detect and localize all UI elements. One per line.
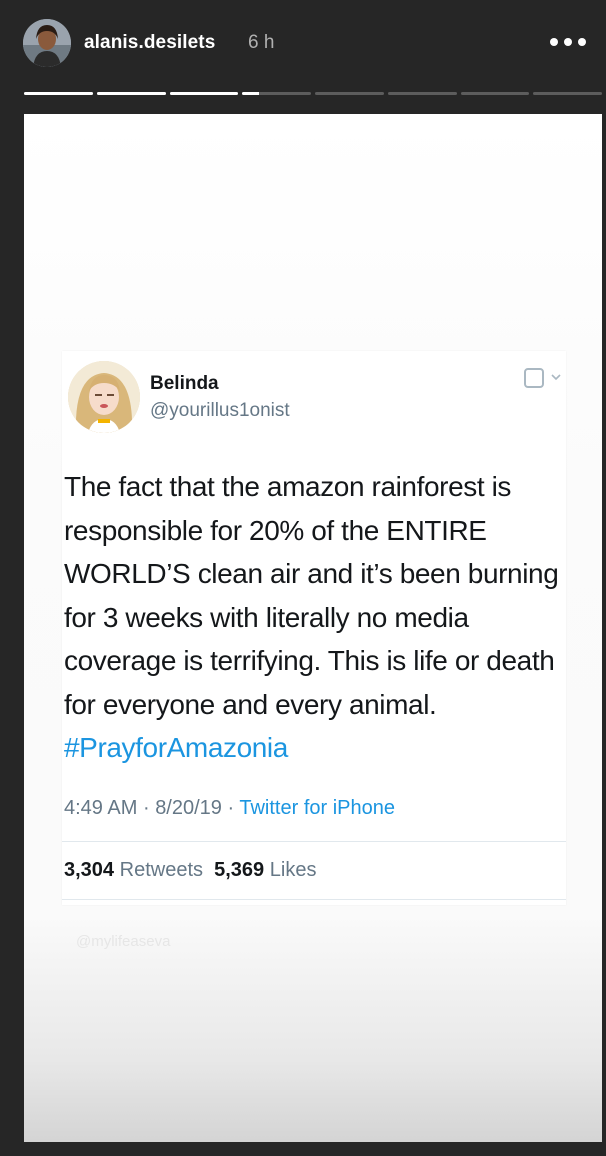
tweet-text: The fact that the amazon rainforest is r… (64, 465, 564, 770)
watermark: @mylifeaseva (76, 933, 171, 950)
progress-segment-fill (24, 92, 93, 95)
tweet-avatar (68, 361, 140, 433)
progress-segment (387, 92, 457, 95)
tweet-source: Twitter for iPhone (239, 797, 395, 819)
story-header: alanis.desilets 6 h (0, 0, 606, 88)
user-avatar[interactable] (23, 19, 71, 67)
story-viewer: alanis.desilets 6 h Belinda @yourillus1o… (0, 0, 606, 1156)
tweet-stats: 3,304 Retweets 5,369 Likes (64, 859, 316, 882)
meta-separator: · (227, 797, 235, 819)
progress-segment (460, 92, 530, 95)
username[interactable]: alanis.desilets (84, 32, 215, 54)
progress-segment (24, 92, 93, 95)
story-progress-bar (24, 92, 602, 96)
retweets-count: 3,304 (64, 859, 115, 881)
tweet-hashtag: #PrayforAmazonia (64, 732, 288, 763)
more-horizontal-icon (564, 38, 572, 46)
divider (62, 841, 566, 842)
likes-label: Likes (269, 859, 317, 881)
divider (62, 899, 566, 900)
checkbox-icon (524, 368, 544, 388)
more-horizontal-icon (550, 38, 558, 46)
progress-segment-fill (169, 92, 239, 95)
progress-segment (315, 92, 384, 95)
tweet-meta: 4:49 AM · 8/20/19 · Twitter for iPhone (64, 797, 395, 820)
tweet-text-content: The fact that the amazon rainforest is r… (64, 471, 559, 720)
progress-segment-fill (96, 92, 166, 95)
tweet-time: 4:49 AM (64, 797, 138, 819)
more-options-button[interactable] (550, 30, 586, 54)
tweet-author-handle: @yourillus1onist (150, 400, 290, 421)
tweet-screenshot: Belinda @yourillus1onist The fact that t… (62, 351, 566, 905)
chevron-down-icon (551, 374, 561, 381)
retweets-label: Retweets (119, 859, 203, 881)
likes-count: 5,369 (214, 859, 265, 881)
meta-separator: · (142, 797, 150, 819)
post-time: 6 h (248, 32, 275, 53)
progress-segment (533, 92, 602, 95)
more-horizontal-icon (578, 38, 586, 46)
tweet-date: 8/20/19 (155, 797, 222, 819)
progress-segment-fill (242, 92, 260, 95)
story-content[interactable]: Belinda @yourillus1onist The fact that t… (24, 114, 602, 1142)
progress-segment (242, 92, 311, 95)
progress-segment (96, 92, 166, 95)
tweet-author-name: Belinda (150, 373, 219, 394)
progress-segment (169, 92, 239, 95)
